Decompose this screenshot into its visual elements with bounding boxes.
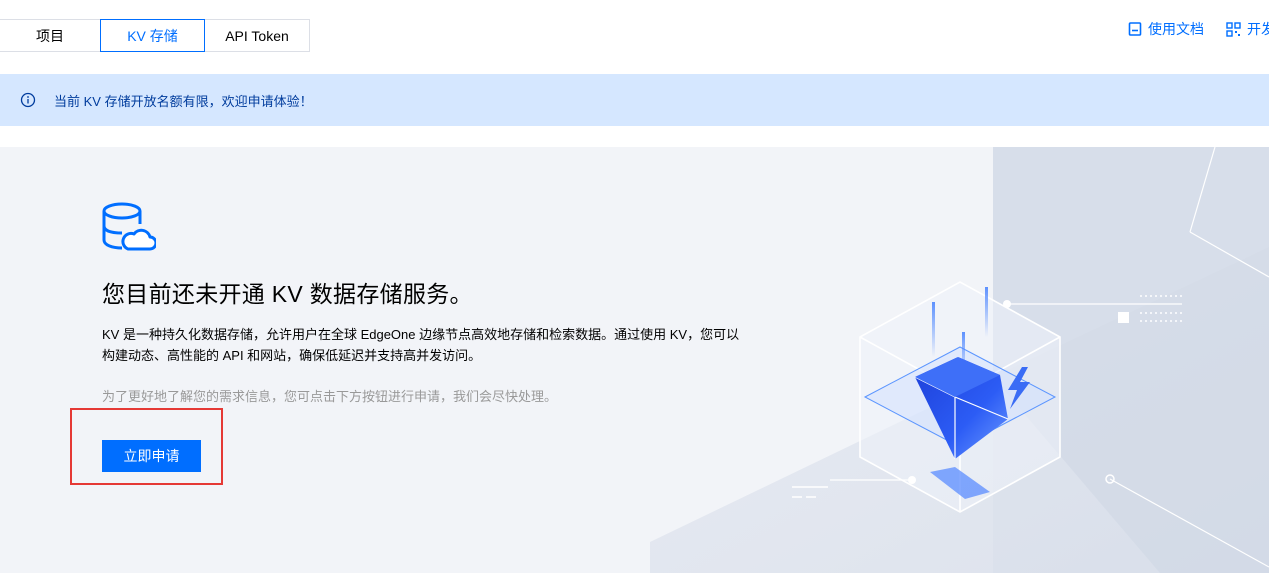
- info-icon: [20, 92, 36, 108]
- docs-link[interactable]: 使用文档: [1128, 19, 1204, 39]
- docs-link-label: 使用文档: [1148, 21, 1204, 37]
- hero-panel: 您目前还未开通 KV 数据存储服务。 KV 是一种持久化数据存储，允许用户在全球…: [0, 147, 1269, 573]
- top-links: 使用文档 开发: [1128, 19, 1269, 39]
- tab-kv-storage[interactable]: KV 存储: [100, 19, 205, 52]
- notice-banner: 当前 KV 存储开放名额有限，欢迎申请体验！: [0, 74, 1269, 126]
- tab-api-token[interactable]: API Token: [204, 19, 310, 52]
- hero-title: 您目前还未开通 KV 数据存储服务。: [102, 281, 473, 307]
- dev-link-label: 开发: [1247, 21, 1269, 37]
- database-cloud-icon: [102, 202, 156, 251]
- tab-projects[interactable]: 项目: [0, 19, 100, 52]
- notice-text: 当前 KV 存储开放名额有限，欢迎申请体验！: [54, 93, 313, 109]
- book-icon: [1128, 22, 1142, 36]
- hero-description: KV 是一种持久化数据存储，允许用户在全球 EdgeOne 边缘节点高效地存储和…: [102, 327, 740, 363]
- hero-hint: 为了更好地了解您的需求信息，您可点击下方按钮进行申请，我们会尽快处理。: [102, 389, 558, 404]
- dev-link[interactable]: 开发: [1226, 19, 1269, 39]
- qrcode-icon: [1226, 21, 1241, 37]
- tab-bar: 项目 KV 存储 API Token: [0, 19, 310, 52]
- apply-now-button[interactable]: 立即申请: [102, 440, 201, 472]
